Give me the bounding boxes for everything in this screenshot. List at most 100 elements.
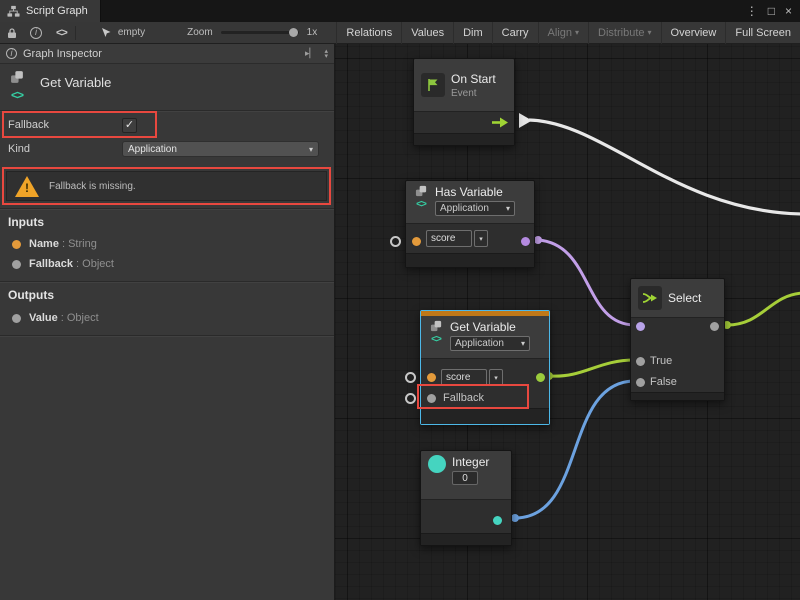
condition-input-dot[interactable] <box>636 322 645 331</box>
titlebar-buttons: ⋮ □ × <box>746 0 800 22</box>
node-subtitle: Event <box>451 88 496 99</box>
overview-button[interactable]: Overview <box>661 22 726 44</box>
distribute-label: Distribute <box>598 27 644 39</box>
node-body: score ▾ <box>406 223 534 253</box>
kind-value: Application <box>128 144 177 155</box>
port-dot-gray <box>12 314 21 323</box>
variable-name-dropdown[interactable]: ▾ <box>474 230 488 247</box>
variable-name-value[interactable]: score <box>426 230 472 247</box>
code-preview-icon[interactable]: <> <box>56 27 67 39</box>
toolbar-buttons: Relations Values Dim Carry Align▾ Distri… <box>336 22 800 44</box>
name-port-dot[interactable] <box>412 237 421 246</box>
integer-output-dot[interactable] <box>493 516 502 525</box>
node-footer <box>421 533 511 545</box>
wire-endpoint-dot <box>534 236 542 244</box>
input-row-name: Name : String <box>0 237 97 251</box>
port-name: Value <box>29 312 58 324</box>
tab-script-graph[interactable]: Script Graph <box>0 0 101 22</box>
outputs-section-title: Outputs <box>8 288 54 302</box>
separator <box>75 26 76 40</box>
graph-inspector-panel: i Graph Inspector ▸▏ ▴ ▾ <> Get Variable… <box>0 44 335 600</box>
name-input-port[interactable] <box>405 372 416 383</box>
integer-value-field[interactable]: 0 <box>452 471 478 485</box>
output-port-dot[interactable] <box>521 237 530 246</box>
info-icon: i <box>6 48 17 59</box>
distribute-button[interactable]: Distribute ▾ <box>588 22 660 44</box>
port-type: : Object <box>76 258 114 270</box>
dock-icon[interactable]: ▸▏ <box>305 48 316 59</box>
code-icon: <> <box>11 88 23 102</box>
zoom-slider-handle[interactable] <box>289 28 298 37</box>
carry-button[interactable]: Carry <box>492 22 538 44</box>
node-has-variable[interactable]: <> Has Variable Application ▾ score ▾ <box>405 180 535 268</box>
scope-dropdown[interactable]: Application ▾ <box>435 201 515 216</box>
scope-dropdown[interactable]: Application ▾ <box>450 336 530 351</box>
variables-icon <box>10 70 25 85</box>
zoom-value: 1x <box>307 27 318 38</box>
divider <box>0 281 334 282</box>
info-icon[interactable]: i <box>30 27 42 39</box>
inspector-header-icons: ▸▏ ▴ ▾ <box>305 48 328 59</box>
scope-value: Application <box>440 203 489 214</box>
wire-hasvariable-to-select[interactable] <box>538 240 635 325</box>
menu-icon[interactable]: ⋮ <box>746 5 758 17</box>
wire-onstart-flow[interactable] <box>529 120 800 214</box>
fallback-highlight-box <box>2 111 157 138</box>
node-integer[interactable]: Integer 0 <box>420 450 512 546</box>
script-graph-icon <box>7 5 20 18</box>
name-input-port[interactable] <box>390 236 401 247</box>
variable-name-field: score ▾ <box>426 230 488 247</box>
node-title: Has Variable <box>435 185 515 199</box>
graph-toolbar: i <> empty Zoom 1x Relations Values Dim … <box>0 22 800 44</box>
graph-inspector-header: i Graph Inspector ▸▏ ▴ ▾ <box>0 44 334 64</box>
select-icon <box>638 286 662 310</box>
chevron-down-icon: ▾ <box>648 28 652 37</box>
chevron-down-icon: ▾ <box>506 204 510 213</box>
true-port-label: True <box>650 355 672 367</box>
align-button[interactable]: Align▾ <box>538 22 588 44</box>
divider <box>0 335 334 336</box>
false-port-label: False <box>650 376 677 388</box>
kind-dropdown[interactable]: Application ▾ <box>122 141 319 157</box>
zoom-slider[interactable] <box>221 31 299 34</box>
chevron-down-icon: ▾ <box>309 145 313 154</box>
variables-icon: <> <box>413 185 429 210</box>
node-header: Integer 0 <box>421 451 511 499</box>
node-select[interactable]: Select True False <box>630 278 725 401</box>
node-footer <box>406 253 534 267</box>
graph-canvas[interactable]: On Start Event <> Has Variable <box>335 44 800 600</box>
wire-endpoint-dot <box>511 514 519 522</box>
code-icon: <> <box>416 199 426 210</box>
relations-button[interactable]: Relations <box>336 22 401 44</box>
port-dot-orange <box>12 240 21 249</box>
expander-arrows-icon[interactable]: ▴ ▾ <box>324 49 328 59</box>
wire-select-output[interactable] <box>727 293 800 325</box>
values-button[interactable]: Values <box>401 22 453 44</box>
maximize-icon[interactable]: □ <box>768 5 775 17</box>
node-header: Select <box>631 279 724 317</box>
node-header: On Start Event <box>414 59 514 111</box>
value-output-dot[interactable] <box>536 373 545 382</box>
fallback-input-port[interactable] <box>405 393 416 404</box>
output-row-value: Value : Object <box>0 311 99 325</box>
selection-empty-label: empty <box>118 27 145 38</box>
warning-highlight-box <box>2 167 331 205</box>
fullscreen-button[interactable]: Full Screen <box>725 22 800 44</box>
node-on-start[interactable]: On Start Event <box>413 58 515 146</box>
node-body <box>414 111 514 133</box>
zoom-label: Zoom <box>187 27 213 38</box>
wire-getvariable-to-true[interactable] <box>549 360 635 376</box>
dim-button[interactable]: Dim <box>453 22 492 44</box>
tab-title: Script Graph <box>26 5 88 17</box>
port-type: : String <box>62 238 97 250</box>
false-input-dot[interactable] <box>636 378 645 387</box>
port-name: Fallback <box>29 258 73 270</box>
name-port-dot[interactable] <box>427 373 436 382</box>
variables-icon: <> <box>428 320 444 345</box>
selection-output-dot[interactable] <box>710 322 719 331</box>
lock-icon[interactable] <box>6 27 18 39</box>
true-input-dot[interactable] <box>636 357 645 366</box>
node-body: True False <box>631 317 724 392</box>
close-icon[interactable]: × <box>785 5 792 17</box>
flow-output-port[interactable] <box>519 113 532 128</box>
